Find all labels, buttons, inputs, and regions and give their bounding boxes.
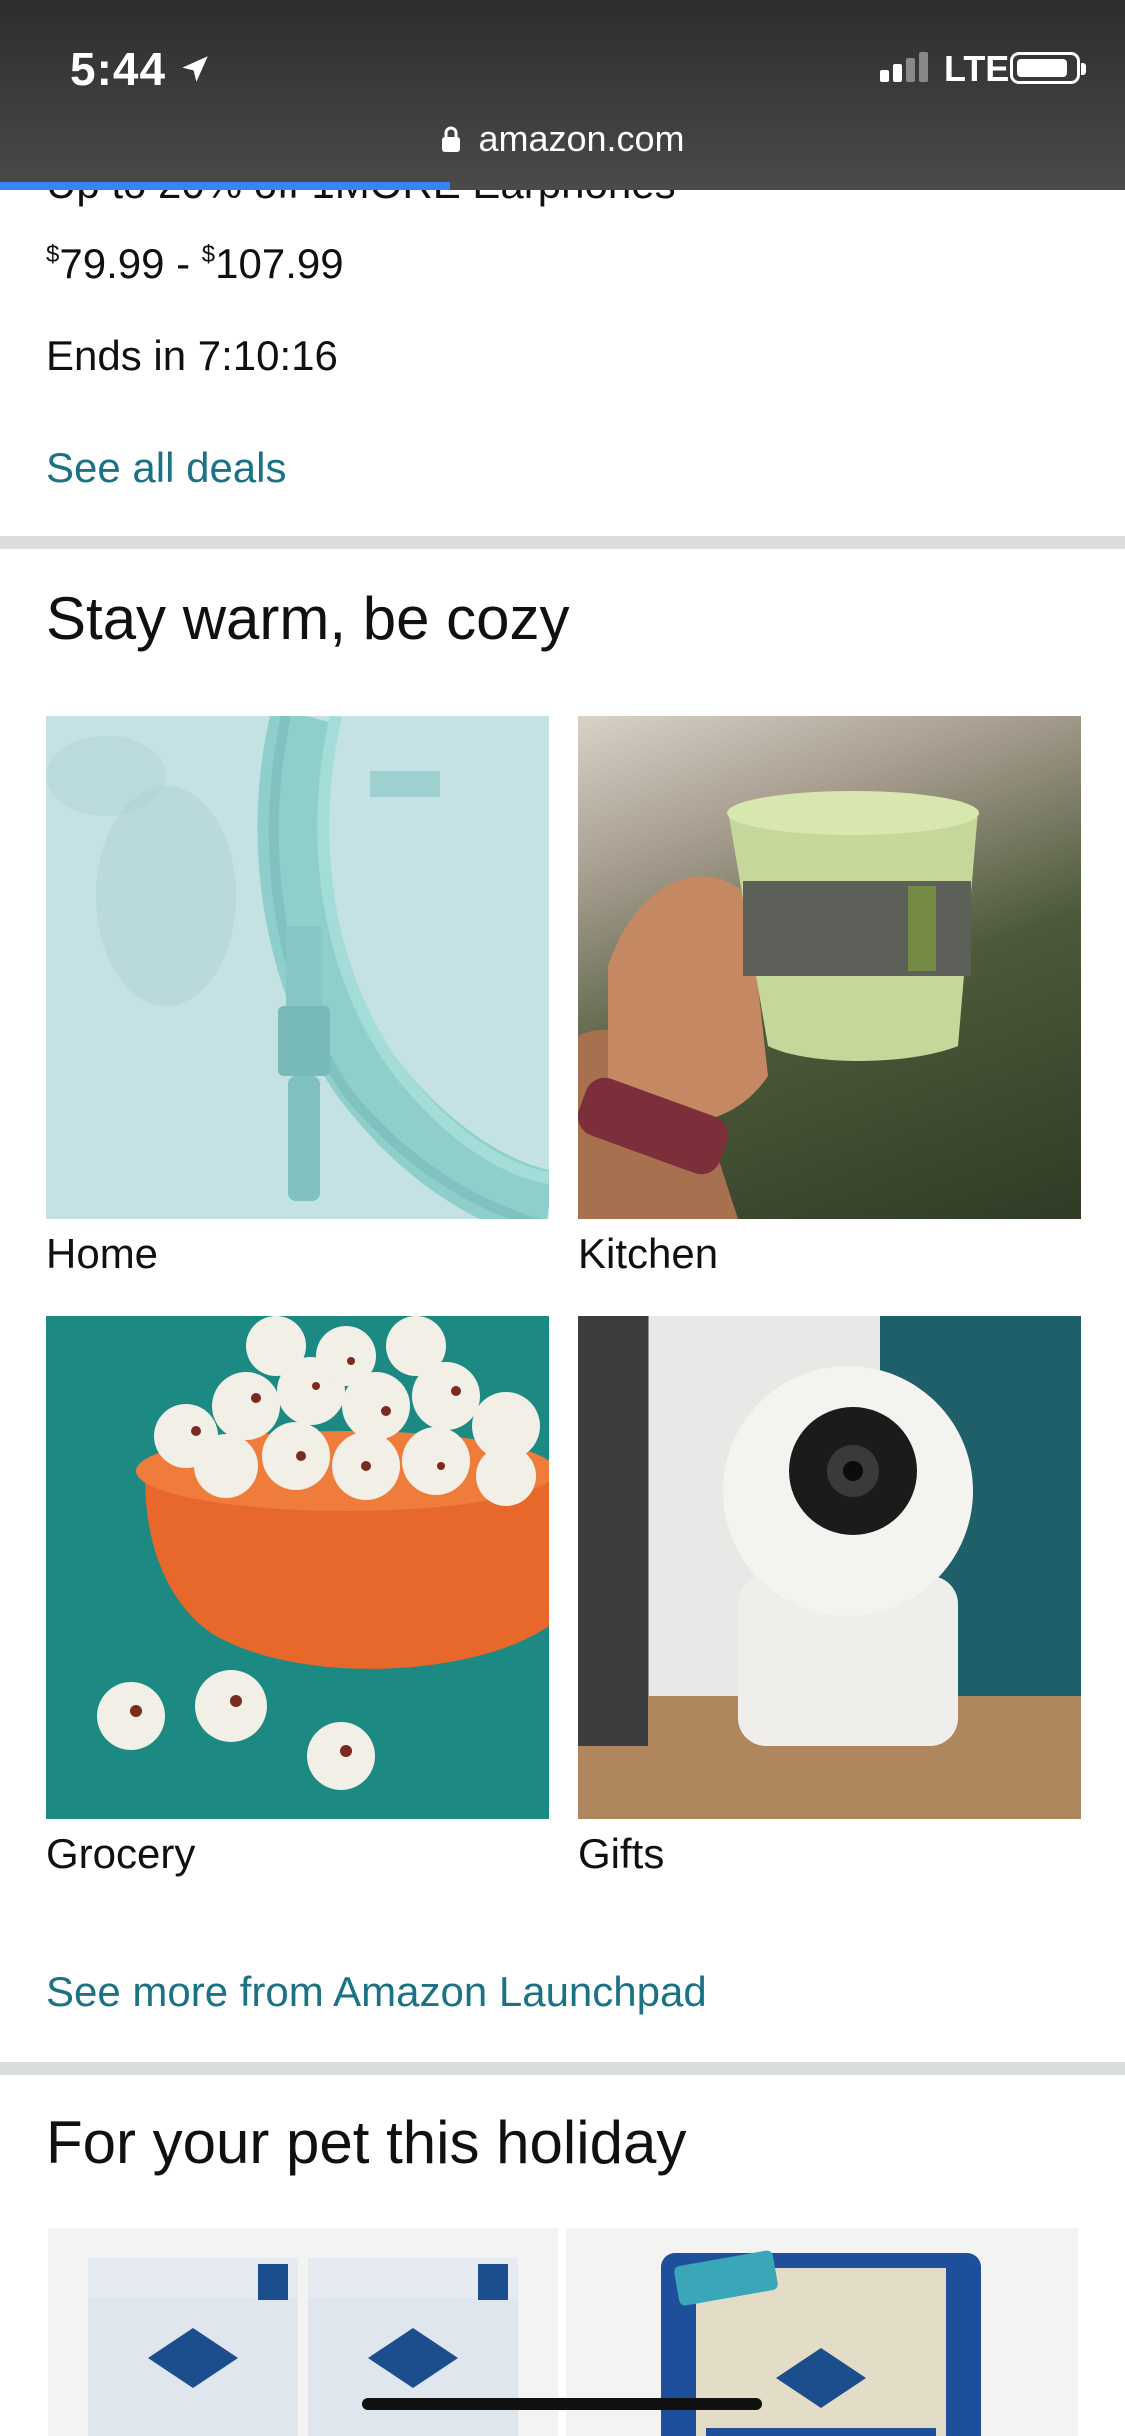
see-more-launchpad-link[interactable]: See more from Amazon Launchpad <box>46 1968 707 2016</box>
see-all-deals-link[interactable]: See all deals <box>46 444 287 492</box>
grocery-tile[interactable] <box>46 1316 549 1819</box>
section-divider <box>0 536 1125 549</box>
network-label: LTE <box>944 48 1010 89</box>
cozy-section-title: Stay warm, be cozy <box>46 585 570 652</box>
lock-icon <box>442 126 461 152</box>
section-divider <box>0 2062 1125 2075</box>
url-text: amazon.com <box>478 118 685 159</box>
gifts-label[interactable]: Gifts <box>578 1830 664 1878</box>
status-time: 5:44 <box>70 43 167 95</box>
pet-section-title: For your pet this holiday <box>46 2109 687 2176</box>
cellular-signal-icon <box>880 52 928 82</box>
collapsible-cup-image <box>578 791 979 1219</box>
kitchen-tile[interactable] <box>578 716 1081 1219</box>
gifts-tile[interactable] <box>578 1316 1081 1819</box>
home-label[interactable]: Home <box>46 1230 158 1278</box>
address-bar[interactable]: amazon.com <box>0 118 1125 160</box>
deal-countdown: Ends in 7:10:16 <box>46 332 338 379</box>
price-currency: $ <box>201 241 216 268</box>
price-low: 79.99 <box>59 240 165 287</box>
home-tile[interactable] <box>46 716 549 1219</box>
browser-top-bar: 5:44 LTE amazon.com <box>0 0 1125 190</box>
home-indicator[interactable] <box>362 2398 762 2410</box>
location-arrow-icon <box>182 56 208 82</box>
fox-nuts-bowl-image <box>97 1316 549 1790</box>
kitchen-label[interactable]: Kitchen <box>578 1230 718 1278</box>
garden-hose-image <box>46 716 549 1219</box>
page-load-progress <box>0 182 1125 190</box>
price-currency: $ <box>46 241 60 268</box>
security-camera-image <box>578 1316 1081 1819</box>
page-load-progress-fill <box>0 182 450 190</box>
price-high: 107.99 <box>215 240 344 287</box>
grocery-label[interactable]: Grocery <box>46 1830 195 1878</box>
price-separator: - <box>164 240 202 287</box>
battery-icon <box>1010 52 1086 84</box>
deal-price: $79.99 - $107.99 <box>46 240 344 288</box>
